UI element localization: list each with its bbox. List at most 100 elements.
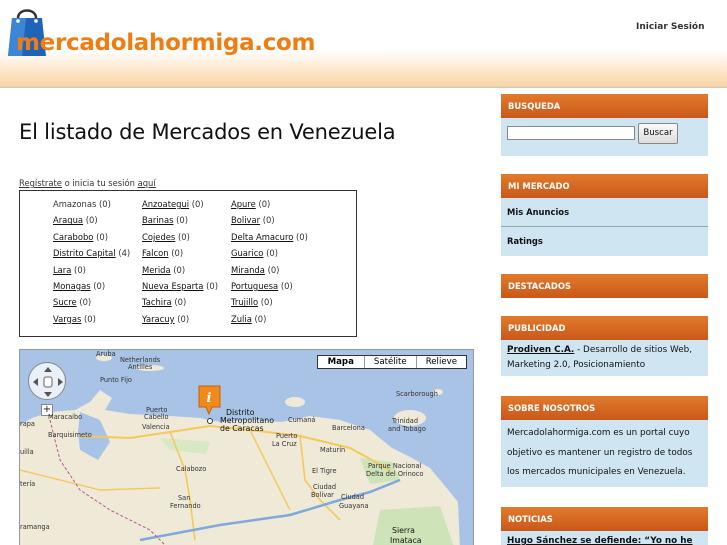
state-link[interactable]: Aragua bbox=[53, 215, 83, 225]
terrain-type-button[interactable]: Relieve bbox=[415, 356, 466, 368]
states-column: Apure (0) Bolivar (0) Delta Amacuro (0) Gua… bbox=[231, 197, 308, 328]
state-count: (0) bbox=[74, 264, 86, 275]
map-place-label: El Tigre bbox=[312, 467, 337, 475]
state-count: (0) bbox=[174, 297, 187, 308]
google-map[interactable]: i + Mapa Satélite Relieve Aruba Netherlan… bbox=[19, 349, 474, 545]
map-place-label: Scarborough bbox=[396, 390, 438, 398]
site-logo[interactable]: mercadolahormiga.com bbox=[4, 0, 316, 62]
featured-panel: DESTACADOS bbox=[501, 274, 708, 298]
state-link[interactable]: Yaracuy bbox=[142, 314, 175, 324]
state-item: Falcon (0) bbox=[142, 246, 218, 262]
state-item: Trujillo (0) bbox=[231, 295, 308, 311]
my-market-panel: MI MERCADO Mis Anuncios Ratings bbox=[501, 174, 708, 256]
search-input[interactable] bbox=[507, 126, 635, 140]
login-here-link[interactable]: aquí bbox=[138, 178, 156, 188]
state-link[interactable]: Delta Amacuro bbox=[231, 232, 293, 242]
map-place-label: Maturín bbox=[320, 446, 346, 454]
satellite-type-button[interactable]: Satélite bbox=[363, 356, 416, 368]
state-link[interactable]: Cojedes bbox=[142, 232, 175, 242]
map-place-label: San bbox=[178, 494, 191, 502]
menu-item-my-ads[interactable]: Mis Anuncios bbox=[501, 198, 708, 227]
state-link[interactable]: Merida bbox=[142, 265, 171, 275]
map-place-label: de Caracas bbox=[220, 424, 264, 433]
login-link[interactable]: Iniciar Sesión bbox=[636, 22, 705, 32]
map-place-label: Antilles bbox=[128, 363, 153, 371]
map-type-button[interactable]: Mapa bbox=[317, 356, 364, 368]
map-place-label: Imataca bbox=[390, 536, 422, 545]
state-count: (0) bbox=[99, 199, 111, 209]
state-item: Apure (0) bbox=[231, 197, 308, 213]
register-link[interactable]: Regístrate bbox=[19, 178, 62, 188]
news-panel: NOTICIAS Hugo Sánchez se defiende: “Yo n… bbox=[501, 507, 708, 545]
news-headline-link[interactable]: Hugo Sánchez se defiende: “Yo no he bbox=[501, 531, 708, 545]
state-link[interactable]: Apure bbox=[231, 199, 256, 209]
hand-pan-icon bbox=[33, 367, 63, 397]
state-link[interactable]: Miranda bbox=[231, 265, 265, 275]
state-count: (0) bbox=[176, 215, 188, 226]
state-item: Vargas (0) bbox=[53, 312, 130, 328]
state-count: (0) bbox=[173, 264, 186, 275]
state-item: Portuguesa (0) bbox=[231, 279, 308, 295]
state-item: Zulia (0) bbox=[231, 312, 308, 328]
register-line: Regístrate o inicia tu sesión aquí bbox=[19, 178, 156, 188]
pan-control[interactable] bbox=[28, 362, 66, 400]
state-link[interactable]: Sucre bbox=[53, 297, 77, 307]
state-link[interactable]: Zulia bbox=[231, 314, 252, 324]
state-link[interactable]: Lara bbox=[53, 265, 71, 275]
map-place-label: Aruba bbox=[96, 350, 116, 358]
state-count: (0) bbox=[171, 248, 184, 259]
map-place-label: Barquisimeto bbox=[48, 431, 92, 439]
state-link[interactable]: Carabobo bbox=[53, 232, 93, 242]
svg-text:i: i bbox=[207, 391, 212, 406]
map-type-controls: Mapa Satélite Relieve bbox=[316, 355, 467, 369]
map-place-label: Calabozo bbox=[176, 465, 207, 473]
state-item: Aragua (0) bbox=[53, 213, 130, 229]
search-panel: BUSQUEDA Buscar bbox=[501, 94, 708, 156]
state-item: Yaracuy (0) bbox=[142, 312, 218, 328]
state-link[interactable]: Bolivar bbox=[231, 215, 260, 225]
state-item: Distrito Capital (4) bbox=[53, 246, 130, 262]
state-link[interactable]: Monagas bbox=[53, 281, 91, 291]
ad-link[interactable]: Prodiven C.A. bbox=[507, 345, 574, 355]
map-place-label: Guayana bbox=[339, 502, 369, 510]
map-canvas: i bbox=[20, 350, 473, 545]
state-item: Bolivar (0) bbox=[231, 213, 308, 229]
state-count: (0) bbox=[296, 231, 308, 242]
state-link[interactable]: Vargas bbox=[53, 314, 81, 324]
map-place-label: Puerto bbox=[276, 432, 298, 440]
logo-text: mercadolahormiga.com bbox=[16, 30, 316, 56]
map-place-label: uilla bbox=[20, 448, 34, 456]
state-link[interactable]: Nueva Esparta bbox=[142, 281, 203, 291]
state-count: (0) bbox=[96, 231, 108, 242]
search-button[interactable]: Buscar bbox=[638, 123, 678, 144]
state-item: Carabobo (0) bbox=[53, 230, 130, 246]
state-item: Merida (0) bbox=[142, 263, 218, 279]
state-count: (0) bbox=[262, 215, 275, 226]
map-place-label: Fernando bbox=[170, 502, 201, 510]
state-link[interactable]: Portuguesa bbox=[231, 281, 278, 291]
map-place-label: Bolívar bbox=[311, 491, 334, 499]
map-place-label: La Cruz bbox=[272, 440, 297, 448]
state-count: (0) bbox=[267, 264, 280, 275]
state-item: Guarico (0) bbox=[231, 246, 308, 262]
state-link[interactable]: Falcon bbox=[142, 248, 169, 258]
state-link[interactable]: Guarico bbox=[231, 248, 263, 258]
menu-item-ratings[interactable]: Ratings bbox=[501, 227, 708, 256]
map-place-label: Delta del Orinoco bbox=[366, 470, 424, 478]
state-link[interactable]: Anzoategui bbox=[142, 199, 189, 209]
state-link[interactable]: Distrito Capital bbox=[53, 248, 116, 258]
map-place-label: Punto Fijo bbox=[100, 376, 132, 384]
site-header: mercadolahormiga.com Iniciar Sesión bbox=[0, 0, 727, 88]
map-place-label: and Tobago bbox=[388, 425, 426, 433]
state-item: Amazonas (0) bbox=[53, 197, 130, 213]
state-count: (0) bbox=[258, 199, 271, 209]
state-link[interactable]: Trujillo bbox=[231, 297, 258, 307]
state-link: Amazonas bbox=[53, 199, 97, 209]
state-link[interactable]: Tachira bbox=[142, 297, 172, 307]
about-text: Mercadolahormiga.com es un portal cuyo o… bbox=[501, 420, 708, 487]
map-place-label: Ciudad bbox=[341, 493, 365, 501]
state-count: (0) bbox=[84, 313, 96, 324]
state-link[interactable]: Barinas bbox=[142, 215, 173, 225]
map-place-label: Ciudad bbox=[313, 483, 337, 491]
state-item: Delta Amacuro (0) bbox=[231, 230, 308, 246]
